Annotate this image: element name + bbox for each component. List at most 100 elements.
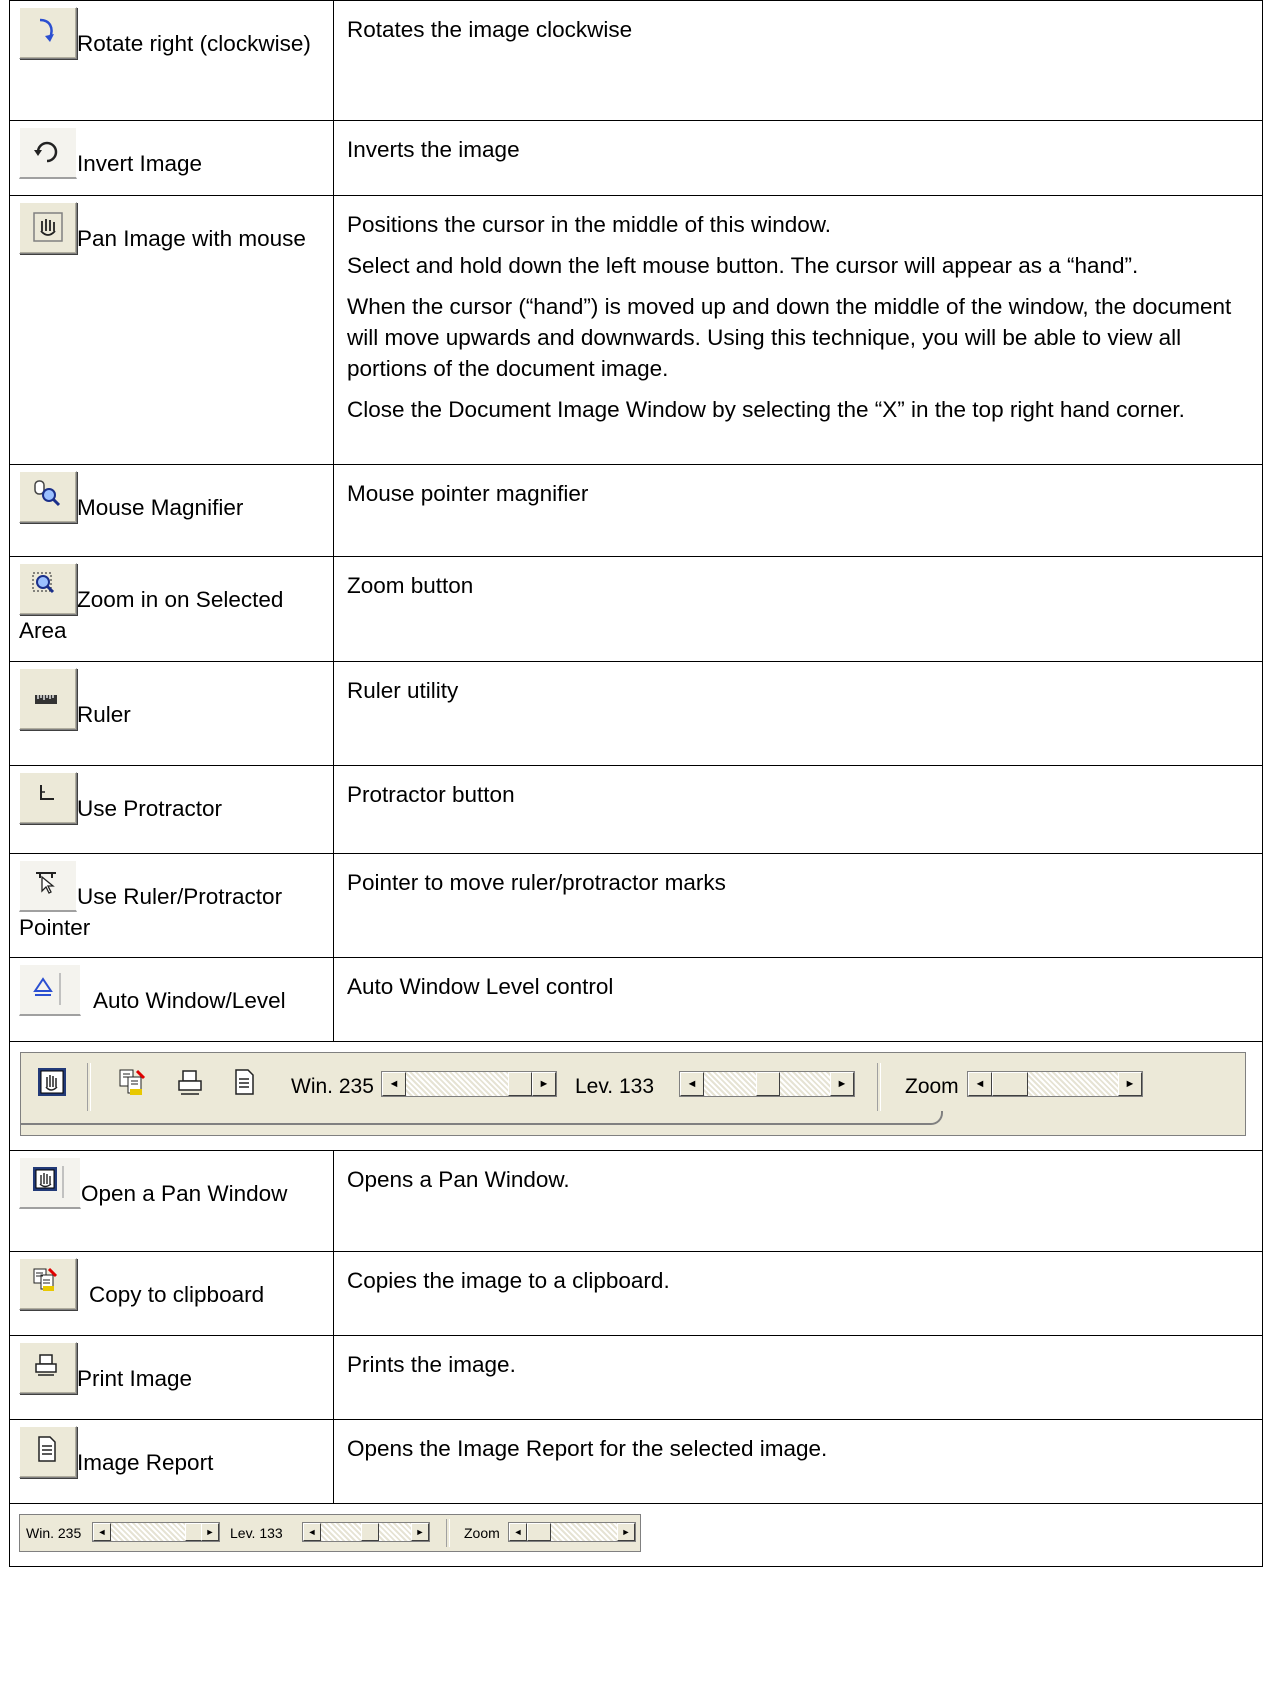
- scroll-right-arrow[interactable]: ►: [411, 1523, 429, 1541]
- table-row: Use Ruler/Protractor Pointer Pointer to …: [9, 853, 1263, 958]
- toolbar-separator: [446, 1519, 450, 1547]
- description-text: Auto Window Level control: [347, 974, 614, 999]
- window-value-label: Win. 235: [26, 1525, 82, 1541]
- level-scrollbar[interactable]: ◄ ►: [302, 1522, 430, 1542]
- print-image-button[interactable]: [19, 1342, 77, 1394]
- pan-window-icon[interactable]: [37, 1067, 67, 1097]
- window-scrollbar[interactable]: ◄ ►: [381, 1071, 557, 1097]
- description-text: Zoom button: [347, 573, 474, 598]
- zoom-scroll-thumb[interactable]: [992, 1072, 1028, 1096]
- button-label: Ruler: [77, 701, 131, 727]
- image-report-button[interactable]: [19, 1426, 77, 1478]
- button-cell: Copy to clipboard: [9, 1251, 334, 1336]
- window-scrollbar[interactable]: ◄ ►: [92, 1522, 220, 1542]
- button-cell: Invert Image: [9, 120, 334, 196]
- scroll-right-arrow[interactable]: ►: [830, 1072, 854, 1096]
- protractor-button[interactable]: [19, 772, 77, 824]
- scroll-right-arrow[interactable]: ►: [617, 1523, 635, 1541]
- ruler-pointer-icon: [36, 872, 56, 894]
- table-row: Rotate right (clockwise) Rotates the ima…: [9, 0, 1263, 121]
- zoom-label: Zoom: [464, 1525, 500, 1541]
- button-label: Open a Pan Window: [81, 1180, 288, 1206]
- scroll-right-arrow[interactable]: ►: [532, 1072, 556, 1096]
- copy-clipboard-button[interactable]: [19, 1258, 77, 1310]
- scroll-left-arrow[interactable]: ◄: [93, 1523, 111, 1541]
- zoom-area-button[interactable]: [19, 563, 77, 615]
- protractor-icon: [40, 785, 54, 800]
- mouse-magnifier-button[interactable]: [19, 471, 77, 523]
- print-icon: [35, 1354, 57, 1376]
- button-label: Auto Window/Level: [93, 987, 286, 1013]
- description-text: Pointer to move ruler/protractor marks: [347, 870, 726, 895]
- description-cell: Pointer to move ruler/protractor marks: [333, 853, 1263, 958]
- mouse-magnifier-icon: [34, 480, 61, 507]
- description-cell: Opens the Image Report for the selected …: [333, 1419, 1263, 1504]
- description-cell: Ruler utility: [333, 661, 1263, 766]
- level-scrollbar[interactable]: ◄ ►: [679, 1071, 855, 1097]
- scroll-right-arrow[interactable]: ►: [201, 1523, 219, 1541]
- scroll-left-arrow[interactable]: ◄: [509, 1523, 527, 1541]
- ruler-icon: [35, 695, 57, 704]
- level-scroll-thumb[interactable]: [361, 1523, 379, 1541]
- auto-window-level-icon: [33, 973, 61, 1005]
- image-report-icon[interactable]: [229, 1067, 259, 1097]
- table-row: Invert Image Inverts the image: [9, 120, 1263, 196]
- level-value-label: Lev. 133: [575, 1075, 655, 1098]
- window-value-label: Win. 235: [291, 1075, 374, 1098]
- ruler-button[interactable]: [19, 668, 77, 730]
- invert-image-button[interactable]: [19, 127, 77, 179]
- description-text: Select and hold down the left mouse butt…: [347, 253, 1139, 279]
- toolbar-tab-edge: [21, 1111, 943, 1125]
- button-cell: Rotate right (clockwise): [9, 0, 334, 121]
- button-cell: Open a Pan Window: [9, 1150, 334, 1252]
- scroll-left-arrow[interactable]: ◄: [968, 1072, 992, 1096]
- button-cell: Ruler: [9, 661, 334, 766]
- window-scroll-thumb[interactable]: [508, 1072, 532, 1096]
- table-row: Win. 235 ◄ ► Lev. 133 ◄ ► Zoom ◄ ►: [9, 1503, 1263, 1567]
- zoom-scrollbar[interactable]: ◄ ►: [508, 1522, 636, 1542]
- scroll-left-arrow[interactable]: ◄: [382, 1072, 406, 1096]
- table-row: Auto Window/Level Auto Window Level cont…: [9, 957, 1263, 1042]
- description-cell: Rotates the image clockwise: [333, 0, 1263, 121]
- table-row: Print Image Prints the image.: [9, 1335, 1263, 1420]
- description-text: Protractor button: [347, 782, 515, 807]
- description-cell: Opens a Pan Window.: [333, 1150, 1263, 1252]
- button-label: Invert Image: [77, 150, 203, 176]
- table-row: Image Report Opens the Image Report for …: [9, 1419, 1263, 1504]
- invert-icon: [34, 141, 58, 163]
- image-report-icon: [38, 1436, 56, 1462]
- button-label: Pan Image with mouse: [77, 225, 306, 251]
- toolbar-cell: Win. 235 ◄ ► Lev. 133 ◄ ► Zoom ◄ ►: [9, 1503, 1263, 1567]
- print-icon[interactable]: [175, 1067, 205, 1097]
- pan-image-button[interactable]: [19, 202, 77, 254]
- description-cell: Zoom button: [333, 556, 1263, 662]
- image-toolbar: Win. 235 ◄ ► Lev. 133 ◄ ► Zoom ◄ ►: [20, 1052, 1246, 1136]
- zoom-scrollbar[interactable]: ◄ ►: [967, 1071, 1143, 1097]
- open-pan-window-button[interactable]: [19, 1157, 81, 1209]
- scroll-left-arrow[interactable]: ◄: [680, 1072, 704, 1096]
- button-label: Rotate right (clockwise): [77, 30, 311, 56]
- description-cell: Protractor button: [333, 765, 1263, 854]
- button-cell: Auto Window/Level: [9, 957, 334, 1042]
- description-text: Inverts the image: [347, 137, 520, 162]
- rotate-right-button[interactable]: [19, 7, 77, 59]
- description-text: When the cursor (“hand”) is moved up and…: [347, 294, 1232, 382]
- table-row: Win. 235 ◄ ► Lev. 133 ◄ ► Zoom ◄ ►: [9, 1041, 1263, 1151]
- button-label: Copy to clipboard: [89, 1281, 265, 1307]
- ruler-pointer-button[interactable]: [19, 860, 77, 912]
- button-cell: Print Image: [9, 1335, 334, 1420]
- level-scroll-thumb[interactable]: [756, 1072, 780, 1096]
- zoom-scroll-thumb[interactable]: [527, 1523, 551, 1541]
- description-text: Positions the cursor in the middle of th…: [347, 212, 831, 237]
- scroll-right-arrow[interactable]: ►: [1118, 1072, 1142, 1096]
- description-cell: Positions the cursor in the middle of th…: [333, 195, 1263, 465]
- scroll-left-arrow[interactable]: ◄: [303, 1523, 321, 1541]
- toolbar-separator: [877, 1063, 881, 1111]
- table-row: Mouse Magnifier Mouse pointer magnifier: [9, 464, 1263, 557]
- copy-clipboard-icon[interactable]: [117, 1067, 147, 1097]
- description-cell: Inverts the image: [333, 120, 1263, 196]
- description-cell: Prints the image.: [333, 1335, 1263, 1420]
- description-text: Opens the Image Report for the selected …: [347, 1436, 828, 1461]
- button-cell: Use Ruler/Protractor Pointer: [9, 853, 334, 958]
- auto-window-level-button[interactable]: [19, 964, 81, 1016]
